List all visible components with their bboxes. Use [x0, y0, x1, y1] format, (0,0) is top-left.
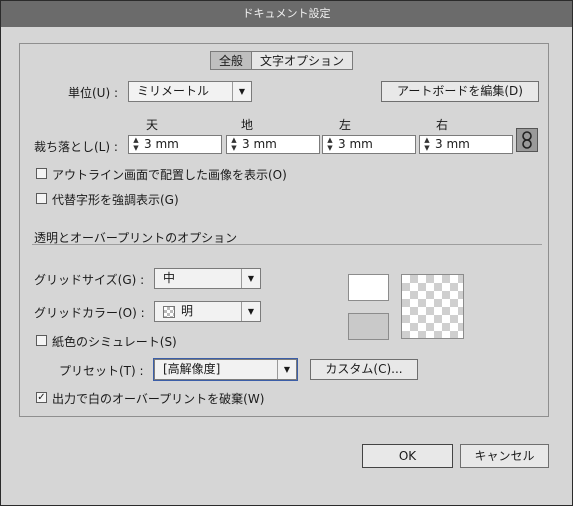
bleed-left-input[interactable]: ▲ ▼ 3 mm — [322, 135, 416, 154]
discard-white-label: 出力で白のオーバープリントを破棄(W) — [52, 392, 265, 406]
bleed-top-value: 3 mm — [144, 137, 179, 151]
bleed-left-header: 左 — [338, 118, 351, 132]
grid-size-select[interactable]: 中 ▼ — [154, 268, 261, 289]
preset-select[interactable]: [高解像度] ▼ — [153, 358, 298, 381]
grid-color-label: グリッドカラー(O) : — [34, 306, 145, 320]
cancel-button[interactable]: キャンセル — [460, 444, 549, 468]
grid-color-1-swatch[interactable] — [348, 274, 389, 301]
bleed-bottom-value: 3 mm — [242, 137, 277, 151]
bleed-label: 裁ち落とし(L) : — [34, 140, 118, 154]
tab-bar: 全般 文字オプション — [210, 51, 354, 70]
bleed-right-input[interactable]: ▲ ▼ 3 mm — [419, 135, 513, 154]
bleed-bottom-input[interactable]: ▲ ▼ 3 mm — [226, 135, 320, 154]
units-label: 単位(U) : — [68, 86, 119, 100]
grid-color-2-swatch[interactable] — [348, 313, 389, 340]
spin-arrows-icon[interactable]: ▲ ▼ — [129, 136, 143, 153]
chevron-down-icon: ▼ — [277, 360, 296, 379]
section-divider — [32, 244, 542, 245]
tab-type-options[interactable]: 文字オプション — [251, 51, 354, 70]
spin-arrows-icon[interactable]: ▲ ▼ — [323, 136, 337, 153]
bleed-top-input[interactable]: ▲ ▼ 3 mm — [128, 135, 222, 154]
units-select[interactable]: ミリメートル ▼ — [128, 81, 252, 102]
alt-glyphs-label: 代替字形を強調表示(G) — [52, 193, 179, 207]
ok-button[interactable]: OK — [362, 444, 453, 468]
preset-value: [高解像度] — [163, 362, 221, 376]
outline-images-label: アウトライン画面で配置した画像を表示(O) — [52, 168, 287, 182]
chevron-down-icon: ▼ — [241, 269, 260, 288]
spin-arrows-icon[interactable]: ▲ ▼ — [420, 136, 434, 153]
grid-size-label: グリッドサイズ(G) : — [34, 273, 145, 287]
bleed-right-value: 3 mm — [435, 137, 470, 151]
bleed-bottom-header: 地 — [240, 118, 253, 132]
link-bleed-button[interactable] — [516, 128, 538, 152]
discard-white-checkbox[interactable]: ✓ — [36, 392, 47, 403]
window-title: ドキュメント設定 — [1, 1, 572, 27]
bleed-top-header: 天 — [145, 118, 158, 132]
units-value: ミリメートル — [137, 84, 210, 98]
bleed-right-header: 右 — [435, 118, 448, 132]
edit-artboards-button[interactable]: アートボードを編集(D) — [381, 81, 539, 102]
spin-arrows-icon[interactable]: ▲ ▼ — [227, 136, 241, 153]
outline-images-checkbox[interactable] — [36, 168, 47, 179]
grid-color-swatch-icon — [163, 306, 175, 318]
grid-size-value: 中 — [163, 271, 176, 285]
simulate-paper-checkbox[interactable] — [36, 335, 47, 346]
tab-general[interactable]: 全般 — [210, 51, 252, 70]
simulate-paper-label: 紙色のシミュレート(S) — [52, 335, 177, 349]
document-setup-dialog: ドキュメント設定 全般 文字オプション 単位(U) : ミリメートル ▼ アート… — [0, 0, 573, 506]
grid-color-select[interactable]: 明 ▼ — [154, 301, 261, 322]
alt-glyphs-checkbox[interactable] — [36, 193, 47, 204]
chain-link-icon — [522, 131, 532, 149]
preset-label: プリセット(T) : — [59, 364, 144, 378]
transparency-grid-preview — [401, 274, 464, 339]
grid-color-value: 明 — [181, 304, 194, 318]
custom-button[interactable]: カスタム(C)... — [310, 359, 418, 380]
bleed-left-value: 3 mm — [338, 137, 373, 151]
chevron-down-icon: ▼ — [241, 302, 260, 321]
chevron-down-icon: ▼ — [232, 82, 251, 101]
